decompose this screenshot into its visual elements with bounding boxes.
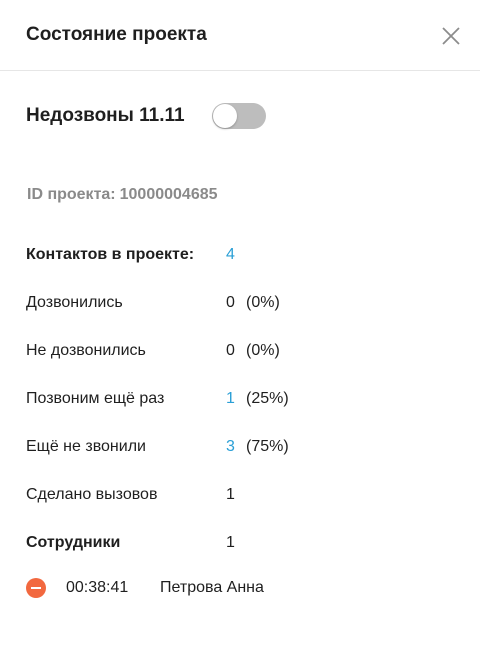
stat-calls-made: Сделано вызовов 1 (26, 486, 456, 534)
project-id: ID проекта: 10000004685 (27, 186, 218, 204)
stat-label: Позвоним ещё раз (26, 390, 165, 407)
stat-not-called: Ещё не звонили 3 (75%) (26, 438, 456, 486)
stat-label: Контактов в проекте: (26, 246, 195, 263)
project-toggle[interactable] (212, 103, 266, 129)
stat-value: 1 (226, 534, 235, 551)
stat-label: Сотрудники (26, 534, 121, 551)
panel-title: Состояние проекта (26, 24, 207, 45)
stat-label: Дозвонились (26, 294, 123, 311)
stat-contacts: Контактов в проекте: 4 (26, 246, 456, 294)
toggle-row: Недозвоны 11.11 (26, 102, 446, 132)
toggle-knob (213, 104, 237, 128)
stat-call-again: Позвоним ещё раз 1 (25%) (26, 390, 456, 438)
project-status-panel: Состояние проекта Недозвоны 11.11 ID про… (0, 0, 480, 650)
stat-label: Ещё не звонили (26, 438, 146, 455)
stat-not-reached: Не дозвонились 0 (0%) (26, 342, 456, 390)
stats-list: Контактов в проекте: 4 Дозвонились 0 (0%… (26, 246, 456, 582)
stat-label: Сделано вызовов (26, 486, 158, 503)
stat-reached: Дозвонились 0 (0%) (26, 294, 456, 342)
stat-percent: (0%) (246, 342, 280, 359)
project-id-label: ID проекта: (27, 186, 116, 203)
stat-employees: Сотрудники 1 (26, 534, 456, 582)
stat-contacts-value-link[interactable]: 4 (226, 246, 235, 264)
employee-time: 00:38:41 (66, 579, 129, 596)
stat-call-again-value-link[interactable]: 1 (226, 390, 235, 408)
stat-not-called-value-link[interactable]: 3 (226, 438, 235, 456)
project-id-value: 10000004685 (119, 186, 218, 203)
panel-header: Состояние проекта (0, 0, 480, 71)
toggle-label: Недозвоны 11.11 (26, 105, 185, 126)
close-icon[interactable] (440, 25, 462, 47)
stat-percent: (0%) (246, 294, 280, 311)
stat-percent: (75%) (246, 438, 289, 455)
employee-name: Петрова Анна (160, 579, 264, 596)
employee-row: 00:38:41 Петрова Анна (26, 578, 456, 598)
stat-value: 1 (226, 486, 235, 503)
stat-percent: (25%) (246, 390, 289, 407)
stat-value: 0 (226, 342, 235, 359)
remove-icon[interactable] (26, 578, 46, 598)
stat-value: 0 (226, 294, 235, 311)
stat-label: Не дозвонились (26, 342, 146, 359)
